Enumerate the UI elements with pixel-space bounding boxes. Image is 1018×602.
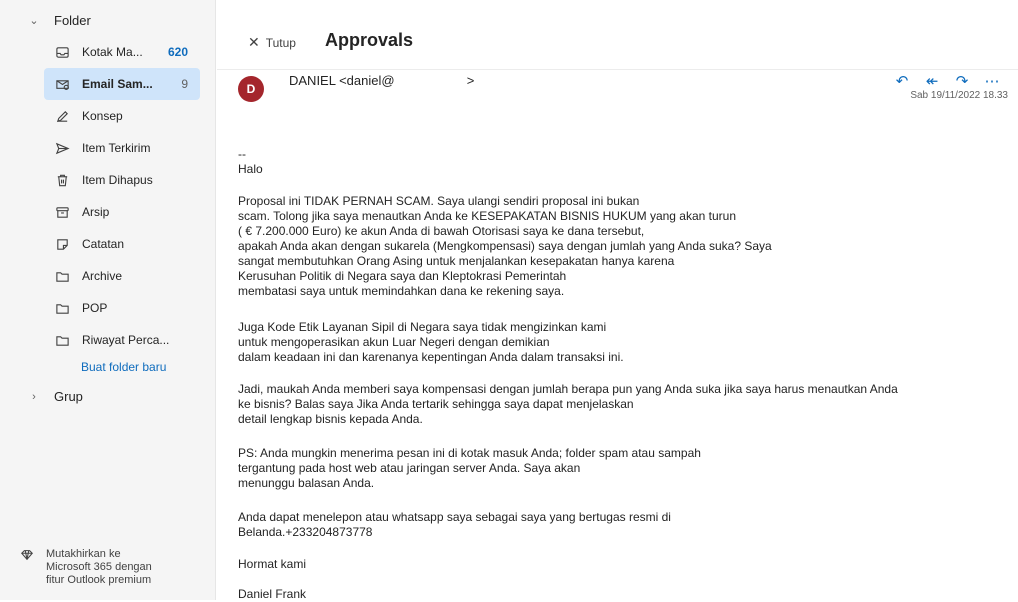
unread-count: 620 [167,45,188,59]
forward-icon[interactable]: ↷ [954,72,970,90]
body-line: apakah Anda akan dengan sukarela (Mengko… [238,239,772,253]
message-paragraph: Juga Kode Etik Layanan Sipil di Negara s… [238,320,624,365]
body-line: sangat membutuhkan Orang Asing untuk men… [238,254,675,268]
diamond-icon [20,548,34,587]
message-paragraph: Proposal ini TIDAK PERNAH SCAM. Saya ula… [238,194,772,299]
message-paragraph: -- Halo [238,147,263,177]
folder-label: Konsep [82,109,123,123]
body-line: menunggu balasan Anda. [238,476,375,490]
folder-label: Riwayat Perca... [82,333,170,347]
folder-label: Email Sam... [82,77,153,91]
folder-item-junk-email[interactable]: Email Sam... 9 [44,68,200,100]
subject-bar: ✕ Tutup Approvals [217,0,1018,70]
avatar[interactable]: D [238,76,264,102]
groups-section-header[interactable]: › Grup [28,389,83,404]
message-paragraph: PS: Anda mungkin menerima pesan ini di k… [238,446,701,491]
folder-item-deleted[interactable]: Item Dihapus [44,164,200,196]
junk-mail-icon [54,76,70,92]
groups-section-label: Grup [54,389,83,404]
folder-label: Item Terkirim [82,141,151,155]
message-paragraph: Jadi, maukah Anda memberi saya kompensas… [238,382,898,427]
folder-label: Archive [82,269,123,283]
close-button[interactable]: ✕ Tutup [248,34,296,51]
folder-item-sent[interactable]: Item Terkirim [44,132,200,164]
folder-item-archive-id[interactable]: Arsip [44,196,200,228]
body-line: untuk mengoperasikan akun Luar Negeri de… [238,335,550,349]
folder-item-drafts[interactable]: Konsep [44,100,200,132]
body-line: detail lengkap bisnis kepada Anda. [238,412,423,426]
folder-icon [54,300,70,316]
upgrade-text-line: fitur Outlook premium [46,574,152,586]
body-line: Proposal ini TIDAK PERNAH SCAM. Saya ula… [238,194,640,208]
upgrade-text-line: Microsoft 365 dengan [46,561,152,573]
folder-section-label: Folder [54,12,91,28]
upgrade-text-line: Mutakhirkan ke [46,548,121,560]
body-line: dalam keadaan ini dan karenanya kepentin… [238,350,624,364]
folder-item-notes[interactable]: Catatan [44,228,200,260]
folder-section-header[interactable]: ⌄ Folder [28,11,91,29]
body-line: PS: Anda mungkin menerima pesan ini di k… [238,446,701,460]
body-line: tergantung pada host web atau jaringan s… [238,461,581,475]
body-line: Halo [238,162,263,176]
inbox-icon [54,44,70,60]
message-actions: ↶ ↞ ↷ ⋯ [894,72,1000,90]
folder-label: Item Dihapus [82,173,153,187]
close-label: Tutup [265,35,296,50]
body-line: Hormat kami [238,557,307,571]
body-line: Belanda.+233204873778 [238,525,373,539]
message-date: Sab 19/11/2022 18.33 [910,90,1008,101]
folder-icon [54,332,70,348]
archive-icon [54,204,70,220]
folder-label: Catatan [82,237,125,251]
folder-item-pop[interactable]: POP [44,292,200,324]
upgrade-promo[interactable]: Mutakhirkan ke Microsoft 365 dengan fitu… [20,548,186,587]
body-line: ( € 7.200.000 Euro) ke akun Anda di bawa… [238,224,645,238]
folder-icon [54,268,70,284]
trash-icon [54,172,70,188]
reply-all-icon[interactable]: ↞ [924,72,940,90]
folder-label: Kotak Ma... [82,45,143,59]
body-line: -- [238,147,246,161]
pencil-icon [54,108,70,124]
folder-item-conversation-history[interactable]: Riwayat Perca... [44,324,200,356]
message-paragraph: Anda dapat menelepon atau whatsapp saya … [238,510,671,540]
body-line: Jadi, maukah Anda memberi saya kompensas… [238,382,898,396]
folder-label: POP [82,301,108,315]
folder-item-archive[interactable]: Archive [44,260,200,292]
chevron-down-icon: ⌄ [29,14,39,27]
close-icon: ✕ [248,34,260,50]
folder-pane: ⌄ Folder Kotak Ma... 620 Email Sam... 9 … [0,0,216,600]
folder-item-inbox[interactable]: Kotak Ma... 620 [44,36,200,68]
new-folder-link[interactable]: Buat folder baru [81,360,166,374]
body-line: ke bisnis? Balas saya Jika Anda tertarik… [238,397,634,411]
message-subject: Approvals [325,30,414,50]
unread-count: 9 [181,77,188,91]
message-paragraph: Hormat kami [238,557,306,572]
note-icon [54,236,70,252]
sender-address[interactable]: DANIEL <daniel@ > [289,73,474,88]
reading-pane: ✕ Tutup Approvals D DANIEL <daniel@ > ↶ … [217,0,1018,601]
send-icon [54,140,70,156]
chevron-right-icon: › [32,390,36,403]
more-icon[interactable]: ⋯ [984,72,1000,90]
folder-label: Arsip [82,205,110,219]
body-line: Juga Kode Etik Layanan Sipil di Negara s… [238,320,607,334]
body-line: Kerusuhan Politik di Negara saya dan Kle… [238,269,567,283]
reply-icon[interactable]: ↶ [894,72,910,90]
body-line: membatasi saya untuk memindahkan dana ke… [238,284,565,298]
body-line: scam. Tolong jika saya menautkan Anda ke… [238,209,737,223]
body-line: Anda dapat menelepon atau whatsapp saya … [238,510,671,524]
